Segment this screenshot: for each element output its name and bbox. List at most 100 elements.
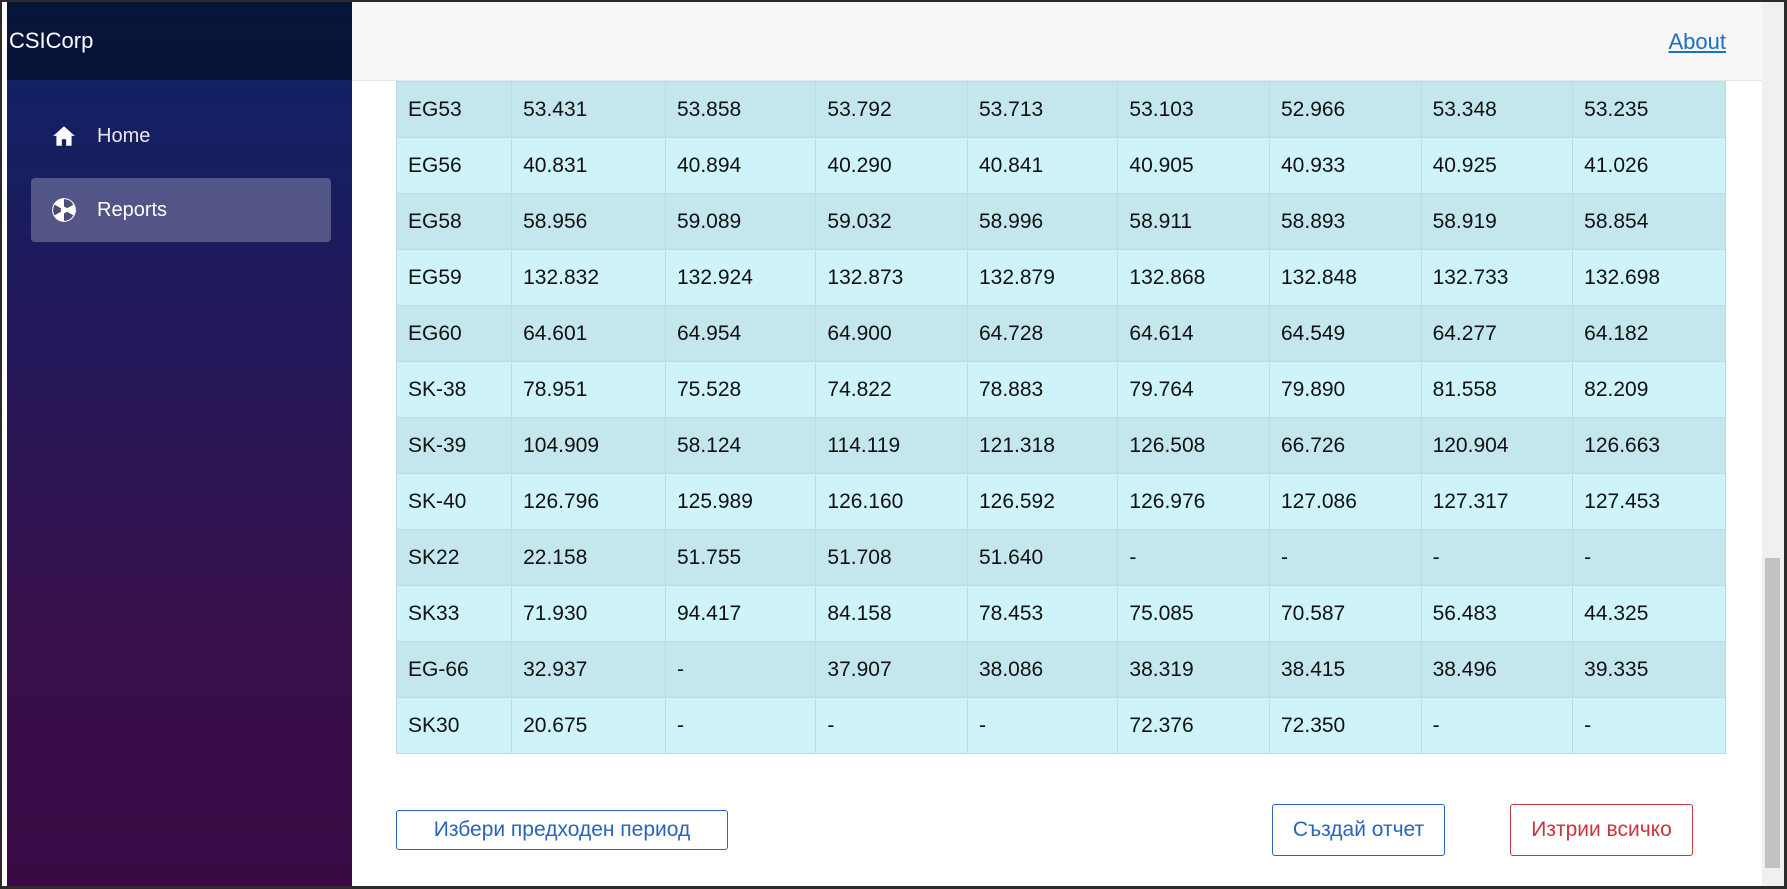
create-report-button[interactable]: Създай отчет bbox=[1272, 804, 1445, 856]
value-cell: - bbox=[815, 697, 968, 754]
value-cell: 38.319 bbox=[1117, 641, 1270, 698]
value-cell: - bbox=[1117, 529, 1270, 586]
value-cell: 52.966 bbox=[1269, 81, 1422, 138]
value-cell: 66.726 bbox=[1269, 417, 1422, 474]
sidebar-item-home[interactable]: Home bbox=[31, 104, 331, 168]
value-cell: 58.124 bbox=[664, 417, 817, 474]
value-cell: 32.937 bbox=[511, 641, 666, 698]
table-row: EG59 132.832 132.924 132.873 132.879 132.868 1… bbox=[395, 249, 1726, 306]
value-cell: 75.085 bbox=[1117, 585, 1270, 642]
value-cell: 53.792 bbox=[815, 81, 968, 138]
table-row: SK-38 78.951 75.528 74.822 78.883 79.764 79.89… bbox=[395, 361, 1726, 418]
table-row: SK-40 126.796 125.989 126.160 126.592 126.976… bbox=[395, 473, 1726, 530]
value-cell: - bbox=[966, 697, 1119, 754]
value-cell: 132.698 bbox=[1572, 249, 1726, 306]
value-cell: 40.894 bbox=[664, 137, 817, 194]
delete-all-button[interactable]: Изтрии всичко bbox=[1510, 804, 1693, 856]
row-label-cell: EG58 bbox=[395, 193, 513, 250]
value-cell: 84.158 bbox=[815, 585, 968, 642]
table-row: EG53 53.431 53.858 53.792 53.713 53.103 52.966… bbox=[395, 81, 1726, 138]
value-cell: 22.158 bbox=[511, 529, 666, 586]
value-cell: 59.032 bbox=[815, 193, 968, 250]
brand-bar: CSICorp bbox=[7, 2, 352, 80]
row-label-cell: SK22 bbox=[395, 529, 513, 586]
value-cell: 64.954 bbox=[664, 305, 817, 362]
brand-name[interactable]: CSICorp bbox=[9, 28, 93, 54]
table-row: SK30 20.675- - -72.376 72.350- - bbox=[395, 697, 1726, 754]
report-table-body: EG53 53.431 53.858 53.792 53.713 53.103 52.966… bbox=[395, 81, 1726, 754]
value-cell: 132.868 bbox=[1117, 249, 1270, 306]
value-cell: 40.925 bbox=[1420, 137, 1574, 194]
table-row: EG-66 32.937-37.907 38.086 38.319 38.415 38.4… bbox=[395, 641, 1726, 698]
app-window: CSICorp Home Reports About EG53 53.431 5… bbox=[2, 2, 1784, 886]
sidebar: CSICorp Home Reports bbox=[7, 2, 352, 886]
value-cell: 71.930 bbox=[511, 585, 666, 642]
value-cell: - bbox=[664, 697, 817, 754]
value-cell: 51.708 bbox=[815, 529, 968, 586]
row-label-cell: SK33 bbox=[395, 585, 513, 642]
value-cell: 132.848 bbox=[1269, 249, 1422, 306]
about-link[interactable]: About bbox=[1669, 29, 1727, 55]
value-cell: 37.907 bbox=[815, 641, 968, 698]
value-cell: 79.764 bbox=[1117, 361, 1270, 418]
row-label-cell: SK30 bbox=[395, 697, 513, 754]
value-cell: - bbox=[1269, 529, 1422, 586]
value-cell: 120.904 bbox=[1420, 417, 1574, 474]
value-cell: 64.601 bbox=[511, 305, 666, 362]
value-cell: 64.182 bbox=[1572, 305, 1726, 362]
value-cell: 104.909 bbox=[511, 417, 666, 474]
value-cell: 59.089 bbox=[664, 193, 817, 250]
value-cell: 40.905 bbox=[1117, 137, 1270, 194]
value-cell: 127.086 bbox=[1269, 473, 1422, 530]
value-cell: 64.728 bbox=[966, 305, 1119, 362]
value-cell: 56.483 bbox=[1420, 585, 1574, 642]
value-cell: 53.858 bbox=[664, 81, 817, 138]
report-table: EG53 53.431 53.858 53.792 53.713 53.103 52.966… bbox=[395, 81, 1726, 754]
value-cell: 64.614 bbox=[1117, 305, 1270, 362]
row-label-cell: EG60 bbox=[395, 305, 513, 362]
sidebar-item-label: Home bbox=[97, 124, 151, 147]
value-cell: 58.854 bbox=[1572, 193, 1726, 250]
row-label-cell: EG-66 bbox=[395, 641, 513, 698]
vertical-scrollbar[interactable] bbox=[1762, 2, 1784, 886]
value-cell: 126.663 bbox=[1572, 417, 1726, 474]
value-cell: 75.528 bbox=[664, 361, 817, 418]
value-cell: 53.235 bbox=[1572, 81, 1726, 138]
home-icon bbox=[51, 123, 77, 149]
main-content: EG53 53.431 53.858 53.792 53.713 53.103 52.966… bbox=[352, 81, 1762, 886]
row-label-cell: EG59 bbox=[395, 249, 513, 306]
row-label-cell: SK-39 bbox=[395, 417, 513, 474]
value-cell: 70.587 bbox=[1269, 585, 1422, 642]
row-label-cell: SK-40 bbox=[395, 473, 513, 530]
value-cell: 132.832 bbox=[511, 249, 666, 306]
value-cell: 64.900 bbox=[815, 305, 968, 362]
sidebar-item-reports[interactable]: Reports bbox=[31, 178, 331, 242]
value-cell: 72.350 bbox=[1269, 697, 1422, 754]
table-row: EG56 40.831 40.894 40.290 40.841 40.905 40.933… bbox=[395, 137, 1726, 194]
value-cell: 58.911 bbox=[1117, 193, 1270, 250]
value-cell: 126.592 bbox=[966, 473, 1119, 530]
value-cell: 82.209 bbox=[1572, 361, 1726, 418]
table-row: SK-39 104.909 58.124 114.119 121.318 126.508 6… bbox=[395, 417, 1726, 474]
sidebar-item-label: Reports bbox=[97, 198, 168, 221]
value-cell: 78.883 bbox=[966, 361, 1119, 418]
value-cell: 72.376 bbox=[1117, 697, 1270, 754]
value-cell: 78.453 bbox=[966, 585, 1119, 642]
reports-icon bbox=[51, 197, 77, 223]
value-cell: 40.933 bbox=[1269, 137, 1422, 194]
scrollbar-thumb[interactable] bbox=[1765, 558, 1780, 868]
value-cell: 132.879 bbox=[966, 249, 1119, 306]
value-cell: 40.841 bbox=[966, 137, 1119, 194]
value-cell: 81.558 bbox=[1420, 361, 1574, 418]
value-cell: 58.919 bbox=[1420, 193, 1574, 250]
value-cell: 58.956 bbox=[511, 193, 666, 250]
previous-period-button[interactable]: Избери предходен период bbox=[396, 810, 728, 850]
value-cell: 121.318 bbox=[966, 417, 1119, 474]
value-cell: 127.453 bbox=[1572, 473, 1726, 530]
row-label-cell: SK-38 bbox=[395, 361, 513, 418]
value-cell: 38.086 bbox=[966, 641, 1119, 698]
value-cell: 20.675 bbox=[511, 697, 666, 754]
row-label-cell: EG53 bbox=[395, 81, 513, 138]
value-cell: 114.119 bbox=[815, 417, 968, 474]
value-cell: - bbox=[1572, 697, 1726, 754]
